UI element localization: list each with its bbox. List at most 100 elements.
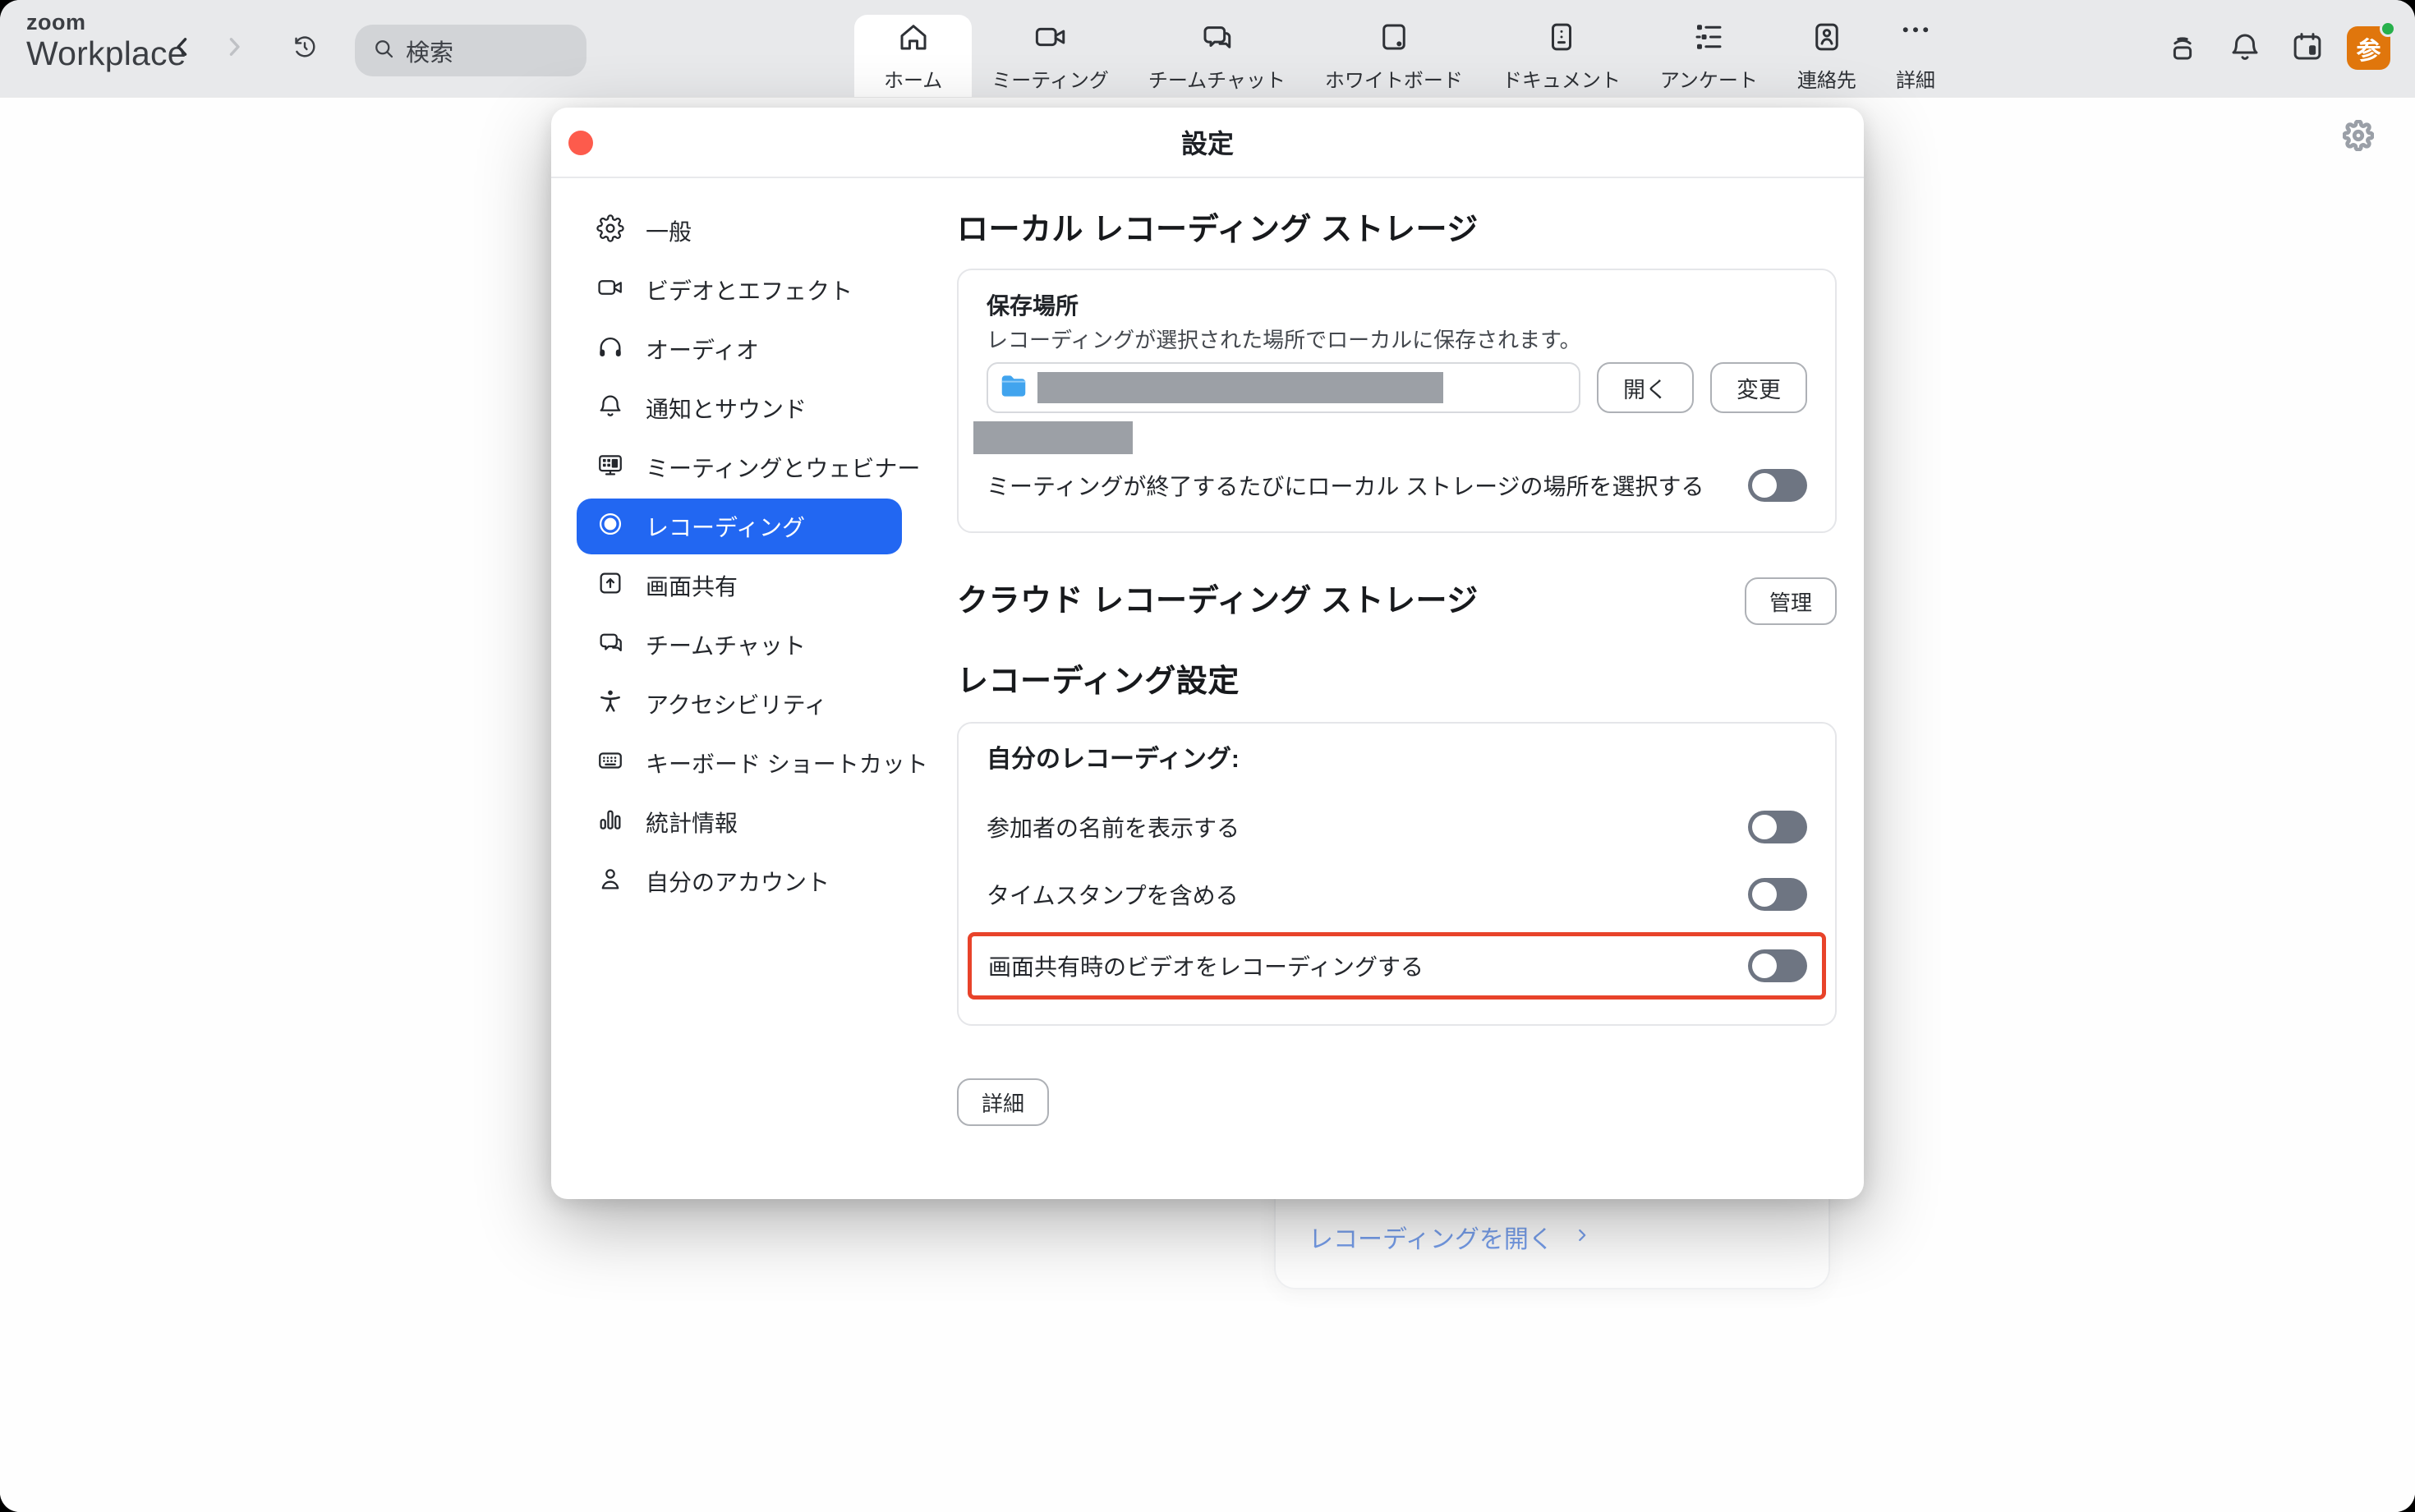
chat-bubbles-icon: [1199, 20, 1234, 58]
include-timestamp-toggle[interactable]: [1748, 878, 1807, 911]
main-tabs: ホーム ミーティング チームチャット ホワイトボード ドキュメント アンケート: [854, 0, 1955, 97]
settings-sidebar: 一般 ビデオとエフェクト オーディオ 通知とサウンド ミーティングとウェビナー: [551, 178, 902, 1197]
ellipsis-icon: [1898, 20, 1933, 58]
accessibility-person-icon: [596, 687, 624, 721]
video-camera-icon: [1033, 20, 1068, 58]
sidebar-item-label: オーディオ: [646, 333, 759, 365]
tab-surveys[interactable]: アンケート: [1640, 15, 1778, 97]
save-location-label: 保存場所: [987, 292, 1807, 321]
cast-icon: [2165, 30, 2200, 68]
recording-settings-panel: ローカル レコーディング ストレージ 保存場所 レコーディングが選択された場所で…: [902, 178, 1874, 1197]
search-input[interactable]: 検索: [355, 25, 586, 76]
folder-icon: [998, 370, 1029, 406]
manage-cloud-button[interactable]: 管理: [1745, 577, 1837, 625]
choose-location-toggle[interactable]: [1748, 469, 1807, 502]
sidebar-item-label: 一般: [646, 214, 692, 247]
forward-button[interactable]: [215, 30, 253, 67]
sidebar-item-keyboard-shortcuts[interactable]: キーボード ショートカット: [577, 735, 902, 791]
tab-more[interactable]: 詳細: [1876, 15, 1955, 97]
whiteboard-icon: [1377, 20, 1411, 58]
bell-icon: [2228, 30, 2262, 68]
avatar-initial: 参: [2357, 30, 2381, 67]
chevron-right-icon: [220, 33, 248, 65]
sidebar-item-video-effects[interactable]: ビデオとエフェクト: [577, 262, 902, 318]
local-storage-card: 保存場所 レコーディングが選択された場所でローカルに保存されます。 開く 変更 …: [957, 269, 1837, 533]
recording-settings-heading: レコーディング設定: [957, 663, 1837, 701]
sidebar-item-recording[interactable]: レコーディング: [577, 499, 902, 554]
history-button[interactable]: [286, 30, 324, 67]
sidebar-item-audio[interactable]: オーディオ: [577, 321, 902, 377]
dialog-header: 設定: [551, 108, 1864, 178]
tab-label: ホワイトボード: [1325, 64, 1463, 93]
contact-card-icon: [1810, 20, 1844, 58]
sidebar-item-screen-share[interactable]: 画面共有: [577, 558, 902, 614]
setting-label: 画面共有時のビデオをレコーディングする: [988, 949, 1424, 982]
tab-docs[interactable]: ドキュメント: [1483, 15, 1640, 97]
open-folder-button[interactable]: 開く: [1597, 362, 1694, 413]
sidebar-item-label: ミーティングとウェビナー: [646, 451, 920, 484]
tab-whiteboard[interactable]: ホワイトボード: [1305, 15, 1483, 97]
setting-label: 参加者の名前を表示する: [987, 811, 1240, 843]
tab-label: 連絡先: [1797, 64, 1856, 93]
tab-home[interactable]: ホーム: [854, 15, 972, 97]
search-icon: [371, 36, 396, 65]
sidebar-item-team-chat[interactable]: チームチャット: [577, 617, 902, 673]
calendar-button[interactable]: [2288, 30, 2326, 67]
close-button[interactable]: [568, 131, 593, 155]
online-status-dot: [2380, 21, 2396, 37]
redacted-path-text: [1037, 372, 1443, 403]
sidebar-item-meetings-webinars[interactable]: ミーティングとウェビナー: [577, 439, 902, 495]
sidebar-item-label: チームチャット: [646, 628, 806, 661]
setting-label: タイムスタンプを含める: [987, 878, 1239, 911]
cast-button[interactable]: [2164, 30, 2201, 67]
my-recordings-label: 自分のレコーディング:: [987, 743, 1807, 776]
sidebar-item-accessibility[interactable]: アクセシビリティ: [577, 676, 902, 732]
sidebar-item-statistics[interactable]: 統計情報: [577, 794, 902, 850]
chat-bubbles-icon: [596, 628, 624, 662]
highlight-outline: 画面共有時のビデオをレコーディングする: [968, 932, 1826, 1000]
advanced-details-button[interactable]: 詳細: [957, 1078, 1049, 1126]
sidebar-item-label: 自分のアカウント: [646, 865, 830, 898]
avatar[interactable]: 参: [2347, 26, 2390, 70]
tab-team-chat[interactable]: チームチャット: [1129, 15, 1305, 97]
sidebar-item-notifications-sounds[interactable]: 通知とサウンド: [577, 380, 902, 436]
history-clock-icon: [291, 33, 319, 65]
video-camera-icon: [596, 273, 624, 307]
dialog-title: 設定: [1181, 123, 1234, 161]
person-icon: [596, 865, 624, 898]
change-folder-button[interactable]: 変更: [1710, 362, 1807, 413]
share-screen-icon: [596, 569, 624, 603]
sidebar-item-general[interactable]: 一般: [577, 203, 902, 259]
show-participant-names-toggle[interactable]: [1748, 811, 1807, 843]
sidebar-item-label: 画面共有: [646, 569, 738, 602]
sidebar-item-label: 通知とサウンド: [646, 392, 807, 425]
topbar-right-icons: [2164, 30, 2326, 67]
tab-label: アンケート: [1660, 64, 1758, 93]
sidebar-item-label: ビデオとエフェクト: [646, 273, 853, 306]
record-video-during-share-toggle[interactable]: [1748, 949, 1807, 982]
gear-icon: [596, 214, 624, 248]
tab-contacts[interactable]: 連絡先: [1778, 15, 1876, 97]
tab-label: ホーム: [884, 64, 942, 93]
sidebar-item-my-account[interactable]: 自分のアカウント: [577, 853, 902, 909]
chevron-left-icon: [168, 33, 196, 65]
headphones-icon: [596, 333, 624, 366]
logo-zoom-text: zoom: [26, 11, 186, 34]
setting-row-include-timestamp: タイムスタンプを含める: [987, 876, 1807, 912]
meeting-screen-icon: [596, 451, 624, 485]
home-icon: [896, 20, 931, 58]
setting-row-show-participant-names: 参加者の名前を表示する: [987, 809, 1807, 845]
redacted-storage-info: [973, 421, 1133, 454]
back-button[interactable]: [163, 30, 201, 67]
settings-dialog: 設定 一般 ビデオとエフェクト オーディオ 通知とサウン: [551, 108, 1864, 1199]
bar-chart-icon: [596, 806, 624, 839]
bell-icon: [596, 392, 624, 425]
recording-path-input[interactable]: [987, 362, 1580, 413]
tab-meetings[interactable]: ミーティング: [972, 15, 1129, 97]
calendar-icon: [2290, 30, 2325, 68]
keyboard-icon: [596, 747, 624, 780]
record-circle-icon: [596, 510, 624, 544]
choose-location-toggle-label: ミーティングが終了するたびにローカル ストレージの場所を選択する: [987, 469, 1704, 502]
survey-list-icon: [1691, 20, 1726, 58]
notifications-button[interactable]: [2226, 30, 2264, 67]
